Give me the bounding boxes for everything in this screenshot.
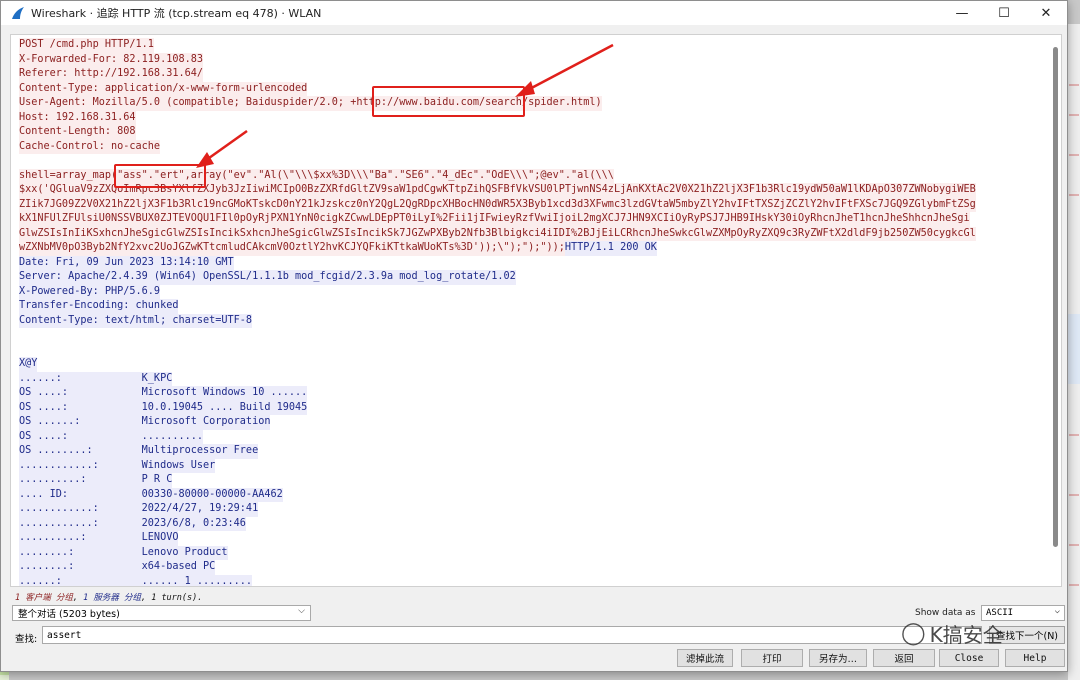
response-header-line: Content-Type: text/html; charset=UTF-8 xyxy=(19,313,1049,328)
chevron-down-icon: ⌵ xyxy=(1054,606,1060,616)
response-header-line: Transfer-Encoding: chunked xyxy=(19,299,1049,314)
systeminfo-row: ............: 2023/6/8, 0:23:46 xyxy=(19,516,1049,531)
systeminfo-row: ........: Lenovo Product xyxy=(19,545,1049,560)
watermark: ◯ K搞安全 xyxy=(901,621,1003,647)
request-body-line: wZXNbMV0pO3Byb2NfY2xvc2UoJGZwKTtcmludCAk… xyxy=(19,241,1049,256)
annotation-box-user-agent-url xyxy=(372,86,525,117)
systeminfo-row: ......: ...... 1 ......... xyxy=(19,574,1049,586)
title-bar: Wireshark · 追踪 HTTP 流 (tcp.stream eq 478… xyxy=(1,1,1067,25)
request-header-line: Referer: http://192.168.31.64/ xyxy=(19,67,1049,82)
back-button[interactable]: 返回 xyxy=(873,649,935,667)
background-window-right xyxy=(1068,24,1080,680)
stream-text: POST /cmd.php HTTP/1.1 X-Forwarded-For: 8… xyxy=(19,38,1049,586)
chevron-down-icon: ⌵ xyxy=(298,606,305,616)
systeminfo-row: ......: K_KPC xyxy=(19,371,1049,386)
help-button[interactable]: Help xyxy=(1005,649,1065,667)
systeminfo-row: OS ....: 10.0.19045 .... Build 19045 xyxy=(19,400,1049,415)
scrollbar-thumb[interactable] xyxy=(1053,47,1058,547)
find-label: 查找: xyxy=(15,634,38,645)
systeminfo-row: ............: Windows User xyxy=(19,458,1049,473)
request-header-line: Content-Type: application/x-www-form-url… xyxy=(19,81,1049,96)
stream-statistics: 1 客户端 分组, 1 服务器 分组, 1 turn(s). xyxy=(15,593,203,603)
request-header-line: POST /cmd.php HTTP/1.1 xyxy=(19,38,1049,53)
systeminfo-row: ............: 2022/4/27, 19:29:41 xyxy=(19,502,1049,517)
maximize-icon[interactable]: ☐ xyxy=(983,1,1025,25)
systeminfo-row: ..........: LENOVO xyxy=(19,531,1049,546)
client-packets-count: 1 客户端 分组 xyxy=(15,593,73,603)
wireshark-fin-icon xyxy=(12,7,24,19)
request-header-line: X-Forwarded-For: 82.119.108.83 xyxy=(19,52,1049,67)
systeminfo-row: OS ....: .......... xyxy=(19,429,1049,444)
print-button[interactable]: 打印 xyxy=(741,649,803,667)
response-header-line: Date: Fri, 09 Jun 2023 13:14:10 GMT xyxy=(19,255,1049,270)
request-header-line: Content-Length: 808 xyxy=(19,125,1049,140)
filter-out-stream-button[interactable]: 滤掉此流 xyxy=(677,649,733,667)
request-body-line: GlwZSIsInIiKSxhcnJheSgicGlwZSIsIncikSxhc… xyxy=(19,226,1049,241)
systeminfo-row: .... ID: 00330-80000-00000-AA462 xyxy=(19,487,1049,502)
stream-content-pane[interactable]: POST /cmd.php HTTP/1.1 X-Forwarded-For: 8… xyxy=(10,34,1062,587)
request-body-line: kX1NFUlZFUlsiU0NSSVBUX0ZJTEVOQU1FIl0pOyR… xyxy=(19,212,1049,227)
response-body-marker: X@Y xyxy=(19,357,1049,372)
close-button[interactable]: Close xyxy=(939,649,999,667)
find-input[interactable]: assert xyxy=(42,626,982,644)
request-body-line: ZIik7JG09Z2V0X21hZ2ljX3F1b3Rlc19ncGMoKTs… xyxy=(19,197,1049,212)
save-as-button[interactable]: 另存为… xyxy=(809,649,867,667)
wechat-icon: ◯ xyxy=(901,621,926,646)
response-status-line: HTTP/1.1 200 OK xyxy=(564,241,657,256)
request-header-line: User-Agent: Mozilla/5.0 (compatible; Bai… xyxy=(19,96,1049,111)
close-icon[interactable]: ✕ xyxy=(1025,1,1067,25)
server-packets-count: 1 服务器 分组 xyxy=(83,593,141,603)
conversation-select[interactable]: 整个对话 (5203 bytes) ⌵ xyxy=(12,605,311,621)
minimize-icon[interactable]: — xyxy=(941,1,983,25)
annotation-box-assert-split xyxy=(114,164,206,188)
response-header-line: Server: Apache/2.4.39 (Win64) OpenSSL/1.… xyxy=(19,270,1049,285)
systeminfo-row: ..........: P R C xyxy=(19,473,1049,488)
systeminfo-row: OS ......: Microsoft Corporation xyxy=(19,415,1049,430)
response-header-line: X-Powered-By: PHP/5.6.9 xyxy=(19,284,1049,299)
systeminfo-row: OS ........: Multiprocessor Free xyxy=(19,444,1049,459)
systeminfo-row: ........: x64-based PC xyxy=(19,560,1049,575)
window-title: Wireshark · 追踪 HTTP 流 (tcp.stream eq 478… xyxy=(31,7,322,20)
show-data-as-label: Show data as xyxy=(915,608,976,618)
vertical-scrollbar[interactable] xyxy=(1053,47,1059,547)
request-header-line: Host: 192.168.31.64 xyxy=(19,110,1049,125)
follow-http-stream-window: Wireshark · 追踪 HTTP 流 (tcp.stream eq 478… xyxy=(0,0,1068,672)
request-header-line: Cache-Control: no-cache xyxy=(19,139,1049,154)
systeminfo-row: OS ....: Microsoft Windows 10 ...... xyxy=(19,386,1049,401)
